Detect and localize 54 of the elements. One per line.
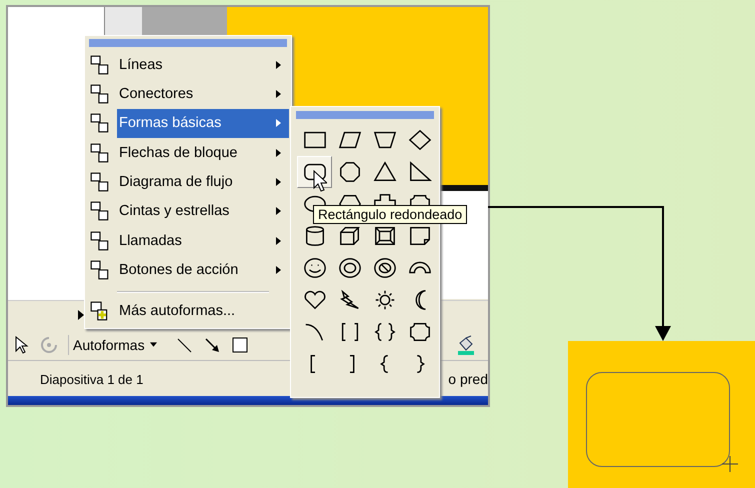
- bevel-icon: [374, 227, 394, 245]
- left-brace-icon: [380, 355, 388, 373]
- block-arc-icon: [408, 262, 430, 274]
- menu-item[interactable]: Conectores: [87, 79, 289, 109]
- paint-bucket-icon[interactable]: [456, 335, 476, 355]
- rectangle-icon: [304, 132, 326, 148]
- right-bracket-icon: [350, 355, 354, 373]
- slide-counter: Diapositiva 1 de 1: [40, 372, 144, 386]
- arrow-icon[interactable]: [202, 336, 221, 354]
- menu-item[interactable]: Botones de acción: [87, 255, 289, 285]
- mouse-pointer-icon: [313, 170, 327, 192]
- lightning-icon: [340, 290, 358, 309]
- shapes-icon: [89, 170, 111, 193]
- autoshapes-button[interactable]: Autoformas: [68, 334, 161, 354]
- shapes-icon: [89, 82, 111, 105]
- trapezoid-icon: [373, 132, 396, 148]
- arc-icon: [305, 324, 323, 341]
- rectangle-icon[interactable]: [230, 336, 249, 354]
- smiley-icon: [304, 258, 326, 278]
- shapes-icon: [89, 230, 111, 252]
- menu-item[interactable]: Llamadas: [87, 226, 289, 256]
- right-brace-icon: [416, 355, 424, 373]
- shapes-icon: [89, 54, 111, 76]
- folded-corner-icon: [410, 227, 430, 245]
- crosshair-icon: [722, 456, 738, 472]
- shapes-icon: [89, 200, 111, 222]
- donut-icon: [338, 258, 360, 278]
- heart-icon: [304, 290, 325, 309]
- triangle-icon: [373, 161, 396, 181]
- parallelogram-icon: [338, 132, 361, 148]
- menu-item[interactable]: Cintas y estrellas: [87, 196, 289, 226]
- expand-arrow-icon[interactable]: [78, 310, 84, 320]
- right-triangle-icon: [410, 161, 432, 181]
- shapes-icon: [89, 258, 111, 281]
- moon-icon: [415, 290, 426, 310]
- tooltip: Rectángulo redondeado: [313, 205, 468, 224]
- sun-icon: [374, 290, 394, 310]
- shapes-icon: [89, 112, 111, 134]
- can-icon: [306, 226, 324, 246]
- status-text: o pred: [448, 371, 488, 387]
- menu-item[interactable]: Líneas: [87, 50, 289, 80]
- menu-item[interactable]: Flechas de bloque: [87, 138, 289, 168]
- double-brace-icon: [374, 323, 394, 341]
- diamond-icon: [408, 130, 431, 150]
- no-symbol-icon: [374, 258, 396, 278]
- line-icon[interactable]: [174, 336, 193, 354]
- shapes-icon: [89, 142, 111, 164]
- left-bracket-icon: [310, 355, 314, 373]
- menu-item[interactable]: Diagrama de flujo: [87, 167, 289, 197]
- cube-icon: [340, 227, 360, 245]
- menu-item[interactable]: Más autoformas...: [87, 296, 289, 326]
- double-bracket-icon: [341, 323, 358, 341]
- caret-icon: [150, 342, 157, 347]
- octagon-icon: [340, 162, 360, 182]
